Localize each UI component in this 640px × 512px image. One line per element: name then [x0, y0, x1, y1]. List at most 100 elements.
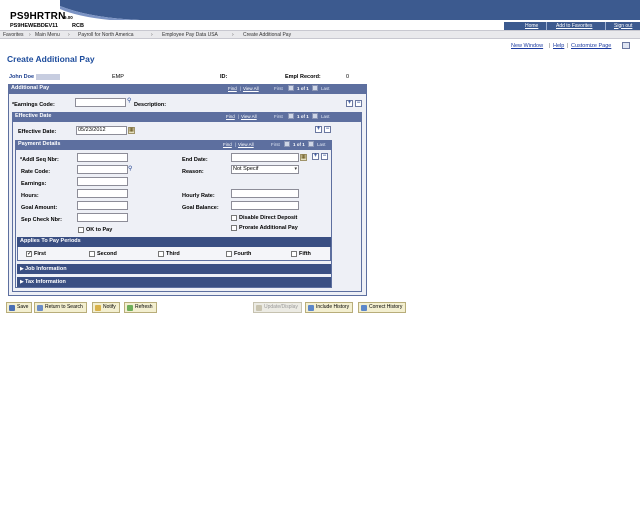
include-history-button[interactable]: Include History — [305, 302, 354, 313]
goal-amount-input[interactable] — [77, 201, 128, 210]
update-display-button[interactable]: Update/Display — [253, 302, 302, 313]
breadcrumb-main-menu[interactable]: Main Menu — [35, 32, 60, 38]
period-second-checkbox[interactable] — [89, 251, 95, 257]
period-third-checkbox[interactable] — [158, 251, 164, 257]
goal-balance-label: Goal Balance: — [182, 205, 219, 211]
earnings-input[interactable] — [77, 177, 128, 186]
breadcrumb-favorites[interactable]: Favorites — [3, 32, 24, 38]
end-date-label: End Date: — [182, 157, 208, 163]
lookup-icon[interactable]: ⚲ — [128, 166, 135, 173]
addl-seq-input[interactable] — [77, 153, 128, 162]
refresh-button[interactable]: Refresh — [124, 302, 157, 313]
save-button[interactable]: Save — [6, 302, 33, 313]
help-link[interactable]: Help — [553, 43, 564, 49]
disable-direct-deposit-checkbox[interactable] — [231, 215, 237, 221]
prorate-label: Prorate Additional Pay — [239, 225, 298, 231]
breadcrumb-payroll[interactable]: Payroll for North America — [78, 32, 134, 38]
correct-history-label: Correct History — [369, 304, 403, 310]
delete-row-icon[interactable]: − — [321, 153, 328, 160]
find-link[interactable]: Find — [226, 114, 235, 119]
lookup-icon[interactable]: ⚲ — [127, 98, 134, 105]
return-to-search-button[interactable]: Return to Search — [34, 302, 87, 313]
first-arrow-icon[interactable] — [288, 85, 294, 91]
description-label: Description: — [134, 102, 167, 108]
include-history-label: Include History — [316, 304, 350, 310]
calendar-icon[interactable]: ▦ — [128, 127, 135, 134]
notify-label: Notify — [103, 304, 116, 310]
reason-select[interactable]: Not Specif ▾ — [231, 165, 299, 174]
delete-row-icon[interactable]: − — [324, 126, 331, 133]
empl-record-label: Empl Record: — [285, 74, 321, 80]
customize-page-link[interactable]: Customize Page — [571, 43, 611, 49]
payment-details-title: Payment Details — [18, 141, 61, 147]
breadcrumb: Favorites › Main Menu › Payroll for Nort… — [0, 30, 640, 39]
row-count: 1 of 1 — [297, 85, 309, 91]
calendar-icon[interactable]: ▦ — [300, 154, 307, 161]
additional-pay-header: Additional Pay Find | View All First 1 o… — [8, 84, 367, 94]
first-arrow-icon[interactable] — [288, 113, 294, 119]
period-fourth-checkbox[interactable] — [226, 251, 232, 257]
triangle-right-icon: ▶ — [20, 278, 24, 285]
notify-icon — [95, 304, 101, 311]
period-second-label: Second — [97, 251, 117, 257]
add-row-icon[interactable]: + — [312, 153, 319, 160]
sep-check-label: Sep Check Nbr: — [21, 217, 62, 223]
notify-button[interactable]: Notify — [92, 302, 120, 313]
hourly-rate-input[interactable] — [231, 189, 299, 198]
prorate-checkbox[interactable] — [231, 225, 237, 231]
effective-date-header: Effective Date Find | View All First 1 o… — [12, 112, 362, 122]
earnings-code-input[interactable] — [75, 98, 126, 107]
first-arrow-icon[interactable] — [284, 141, 290, 147]
link-divider: | — [567, 43, 569, 49]
goal-balance-input[interactable] — [231, 201, 299, 210]
rate-code-input[interactable] — [77, 165, 128, 174]
redacted-name-block — [36, 74, 60, 80]
first-label: First — [274, 85, 283, 91]
delete-row-icon[interactable]: − — [355, 100, 362, 107]
chevron-down-icon: ▾ — [294, 166, 297, 172]
add-to-favorites-link[interactable]: Add to Favorites — [556, 23, 592, 29]
hours-input[interactable] — [77, 189, 128, 198]
row-count: 1 of 1 — [297, 113, 309, 119]
rate-code-label: Rate Code: — [21, 169, 51, 175]
end-date-input[interactable] — [231, 153, 299, 162]
period-fifth-checkbox[interactable] — [291, 251, 297, 257]
hours-label: Hours: — [21, 193, 39, 199]
breadcrumb-employee-pay-data[interactable]: Employee Pay Data USA — [162, 32, 218, 38]
period-first-checkbox[interactable] — [26, 250, 32, 257]
refresh-label: Refresh — [135, 304, 153, 310]
applies-to-header: Applies To Pay Periods — [17, 237, 331, 247]
last-arrow-icon[interactable] — [312, 113, 318, 119]
breadcrumb-create-additional-pay: Create Additional Pay — [243, 32, 292, 38]
view-all-link[interactable]: View All — [243, 86, 259, 91]
last-arrow-icon[interactable] — [308, 141, 314, 147]
id-label: ID: — [220, 74, 228, 80]
reason-value: Not Specif — [233, 166, 259, 172]
sign-out-link[interactable]: Sign out — [614, 23, 632, 29]
effective-date-input[interactable]: 05/23/2012 — [76, 126, 127, 135]
save-label: Save — [17, 304, 29, 310]
add-row-icon[interactable]: + — [346, 100, 353, 107]
save-icon — [9, 304, 15, 311]
print-icon[interactable] — [622, 42, 630, 49]
job-information-section[interactable]: ▶ Job Information — [17, 264, 331, 274]
disable-direct-deposit-label: Disable Direct Deposit — [239, 215, 298, 221]
period-fifth-label: Fifth — [299, 251, 311, 257]
ok-to-pay-checkbox[interactable] — [78, 227, 84, 233]
correct-history-button[interactable]: Correct History — [358, 302, 407, 313]
tax-information-section[interactable]: ▶ Tax Information — [17, 277, 331, 287]
find-link[interactable]: Find — [223, 142, 232, 147]
last-arrow-icon[interactable] — [312, 85, 318, 91]
update-display-label: Update/Display — [264, 304, 298, 310]
period-fourth-label: Fourth — [234, 251, 252, 257]
link-divider: | — [549, 43, 551, 49]
top-links-bar: Home Add to Favorites Sign out — [504, 22, 640, 30]
new-window-link[interactable]: New Window — [511, 43, 543, 49]
find-link[interactable]: Find — [228, 86, 237, 91]
view-all-link[interactable]: View All — [241, 114, 257, 119]
add-row-icon[interactable]: + — [315, 126, 322, 133]
home-link[interactable]: Home — [525, 23, 538, 29]
sep-check-input[interactable] — [77, 213, 128, 222]
view-all-link[interactable]: View All — [238, 142, 254, 147]
database-name: PS9HEWEBDEV11 — [10, 23, 58, 29]
